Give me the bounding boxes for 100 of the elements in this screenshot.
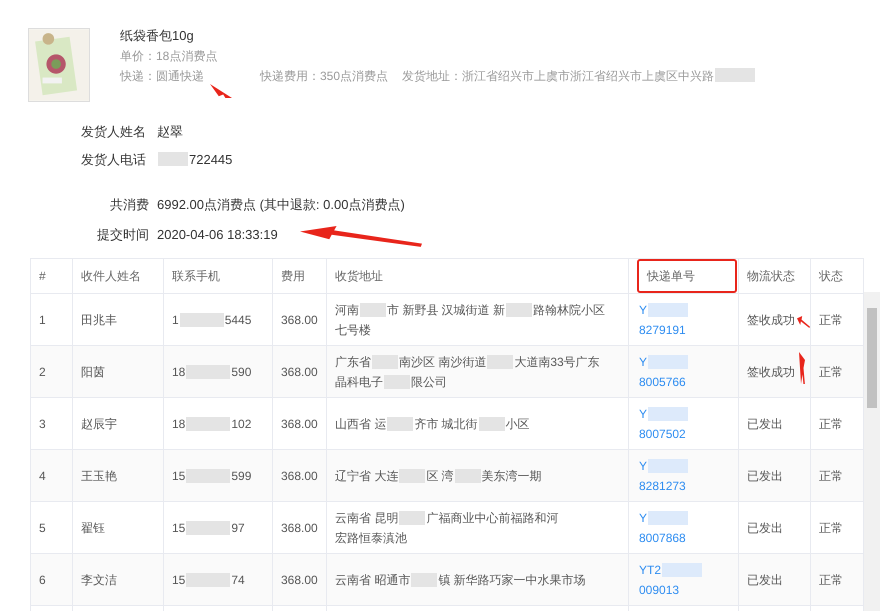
redaction-mask bbox=[180, 312, 224, 326]
redaction-mask bbox=[648, 458, 688, 472]
address-fragment: 齐市 城北街 bbox=[414, 416, 478, 432]
address-fragment: 七号楼 bbox=[335, 322, 371, 338]
address-fragment: 广福商业中心前福路和河 bbox=[426, 510, 558, 526]
row-index: 5 bbox=[39, 520, 46, 534]
column-header: 物流状态 bbox=[747, 269, 795, 283]
tracking-prefix[interactable]: Y bbox=[639, 456, 648, 476]
logistics-status: 签收成功 bbox=[747, 364, 795, 378]
phone-prefix: 1 bbox=[172, 312, 179, 328]
address-fragment: 镇 新华路巧家一中水果市场 bbox=[438, 572, 586, 588]
redaction-mask bbox=[662, 562, 702, 576]
tracking-suffix[interactable]: 8281273 bbox=[639, 476, 691, 496]
order-status: 正常 bbox=[819, 364, 843, 378]
logistics-status: 已发出 bbox=[747, 468, 783, 482]
recipient-name: 田兆丰 bbox=[81, 312, 117, 326]
address-fragment: 云南省 昭通市 bbox=[335, 572, 410, 588]
address-fragment: 南沙区 南沙街道 bbox=[399, 354, 486, 370]
phone-suffix: 5445 bbox=[224, 312, 252, 328]
field-label: 发货人电话 bbox=[80, 150, 147, 168]
order-status: 正常 bbox=[819, 572, 843, 586]
tracking-suffix[interactable]: 009013 bbox=[639, 580, 691, 600]
ship-address: 发货地址：浙江省绍兴市上虞市浙江省绍兴市上虞区中兴路 bbox=[402, 68, 714, 84]
order-status: 正常 bbox=[819, 520, 843, 534]
row-index: 6 bbox=[39, 572, 46, 586]
address-fragment: 河南 bbox=[335, 302, 359, 318]
logistics-status: 已发出 bbox=[747, 572, 783, 586]
column-header: 联系手机 bbox=[172, 269, 220, 283]
tracking-prefix[interactable]: Y bbox=[639, 508, 648, 528]
address-fragment: 小区 bbox=[506, 416, 530, 432]
fee: 368.00 bbox=[281, 312, 318, 326]
address-fragment: 云南省 昆明 bbox=[335, 510, 398, 526]
redaction-mask bbox=[478, 416, 505, 430]
row-index: 4 bbox=[39, 468, 46, 482]
row-index: 3 bbox=[39, 416, 46, 430]
phone-prefix: 15 bbox=[172, 520, 186, 536]
field-value: 6992.00点消费点 (其中退款: 0.00点消费点) bbox=[157, 196, 405, 214]
address-fragment: 路翰林院小区 bbox=[533, 302, 606, 318]
address-fragment: 山西省 运 bbox=[335, 416, 386, 432]
column-header: 状态 bbox=[819, 269, 843, 283]
column-header: 快递单号 bbox=[637, 259, 737, 293]
tracking-prefix[interactable]: YT2 bbox=[639, 560, 662, 580]
fee: 368.00 bbox=[281, 364, 318, 378]
phone-suffix: 590 bbox=[231, 364, 252, 380]
fee: 368.00 bbox=[281, 520, 318, 534]
tracking-suffix[interactable]: 8007502 bbox=[639, 424, 691, 444]
recipient-name: 赵辰宇 bbox=[81, 416, 117, 430]
column-header: 收货地址 bbox=[335, 269, 383, 283]
field-value: 赵翠 bbox=[157, 123, 183, 141]
fee: 368.00 bbox=[281, 468, 318, 482]
row-index: 2 bbox=[39, 364, 46, 378]
logistics-status: 签收成功 bbox=[747, 312, 795, 326]
logistics-status: 已发出 bbox=[747, 520, 783, 534]
product-name: 纸袋香包10g bbox=[120, 28, 195, 44]
courier: 快递：圆通快递 bbox=[120, 68, 205, 84]
phone-suffix: 599 bbox=[231, 468, 252, 484]
tracking-suffix[interactable]: 8007868 bbox=[639, 528, 691, 548]
redaction-mask bbox=[648, 510, 688, 524]
tracking-suffix[interactable]: 8005766 bbox=[639, 372, 691, 392]
recipient-name: 翟钰 bbox=[81, 520, 105, 534]
address-fragment: 大道南33号广东 bbox=[514, 354, 600, 370]
address-fragment: 限公司 bbox=[411, 374, 447, 390]
redaction-mask bbox=[648, 302, 688, 316]
redaction-mask bbox=[158, 152, 188, 166]
address-fragment: 市 新野县 汉城街道 新 bbox=[387, 302, 506, 318]
redaction-mask bbox=[648, 354, 688, 368]
redaction-mask bbox=[715, 68, 756, 82]
logistics-status: 已发出 bbox=[747, 416, 783, 430]
recipient-name: 王玉艳 bbox=[81, 468, 117, 482]
address-fragment: 广东省 bbox=[335, 354, 371, 370]
redaction-mask bbox=[186, 416, 230, 430]
address-fragment: 美东湾一期 bbox=[482, 468, 542, 484]
phone-prefix: 15 bbox=[172, 572, 186, 588]
phone-prefix: 15 bbox=[172, 468, 186, 484]
tracking-prefix[interactable]: Y bbox=[639, 352, 648, 372]
tracking-suffix[interactable]: 8279191 bbox=[639, 320, 691, 340]
address-fragment: 辽宁省 大连 bbox=[335, 468, 398, 484]
field-label: 共消费 bbox=[109, 196, 150, 214]
recipient-name: 李文洁 bbox=[81, 572, 117, 586]
address-fragment: 宏路恒泰滇池 bbox=[335, 530, 407, 546]
annotation-arrow bbox=[210, 84, 232, 98]
order-status: 正常 bbox=[819, 416, 843, 430]
tracking-prefix[interactable]: Y bbox=[639, 404, 648, 424]
recipient-name: 阳茵 bbox=[81, 364, 105, 378]
address-fragment: 晶科电子 bbox=[335, 374, 383, 390]
column-header: 收件人姓名 bbox=[81, 269, 141, 283]
tracking-prefix[interactable]: Y bbox=[639, 300, 648, 320]
order-status: 正常 bbox=[819, 312, 843, 326]
phone-suffix: 74 bbox=[231, 572, 245, 588]
address-fragment: 区 湾 bbox=[426, 468, 454, 484]
phone-prefix: 18 bbox=[172, 364, 186, 380]
phone-suffix: 102 bbox=[231, 416, 252, 432]
redaction-mask bbox=[186, 520, 230, 534]
order-status: 正常 bbox=[819, 468, 843, 482]
redaction-mask bbox=[648, 406, 688, 420]
row-index: 1 bbox=[39, 312, 46, 326]
column-header: 费用 bbox=[281, 269, 305, 283]
redaction-mask bbox=[360, 302, 386, 316]
shipping-fee: 快递费用：350点消费点 bbox=[260, 68, 388, 84]
field-label: 发货人姓名 bbox=[80, 123, 147, 141]
